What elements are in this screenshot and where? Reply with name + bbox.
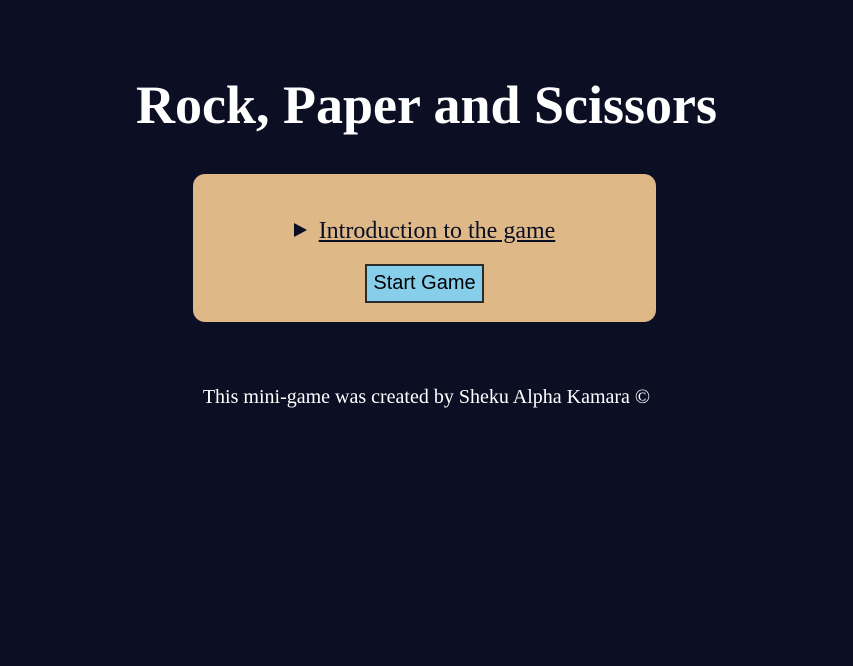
- intro-summary-toggle[interactable]: Introduction to the game: [193, 216, 656, 246]
- footer-credit: This mini-game was created by Sheku Alph…: [202, 386, 651, 408]
- intro-summary-label: Introduction to the game: [318, 218, 556, 244]
- page-title: Rock, Paper and Scissors: [135, 75, 718, 135]
- disclosure-triangle-icon: [293, 223, 307, 237]
- start-game-button[interactable]: Start Game: [365, 264, 484, 303]
- game-panel: Introduction to the game Start Game: [193, 174, 656, 322]
